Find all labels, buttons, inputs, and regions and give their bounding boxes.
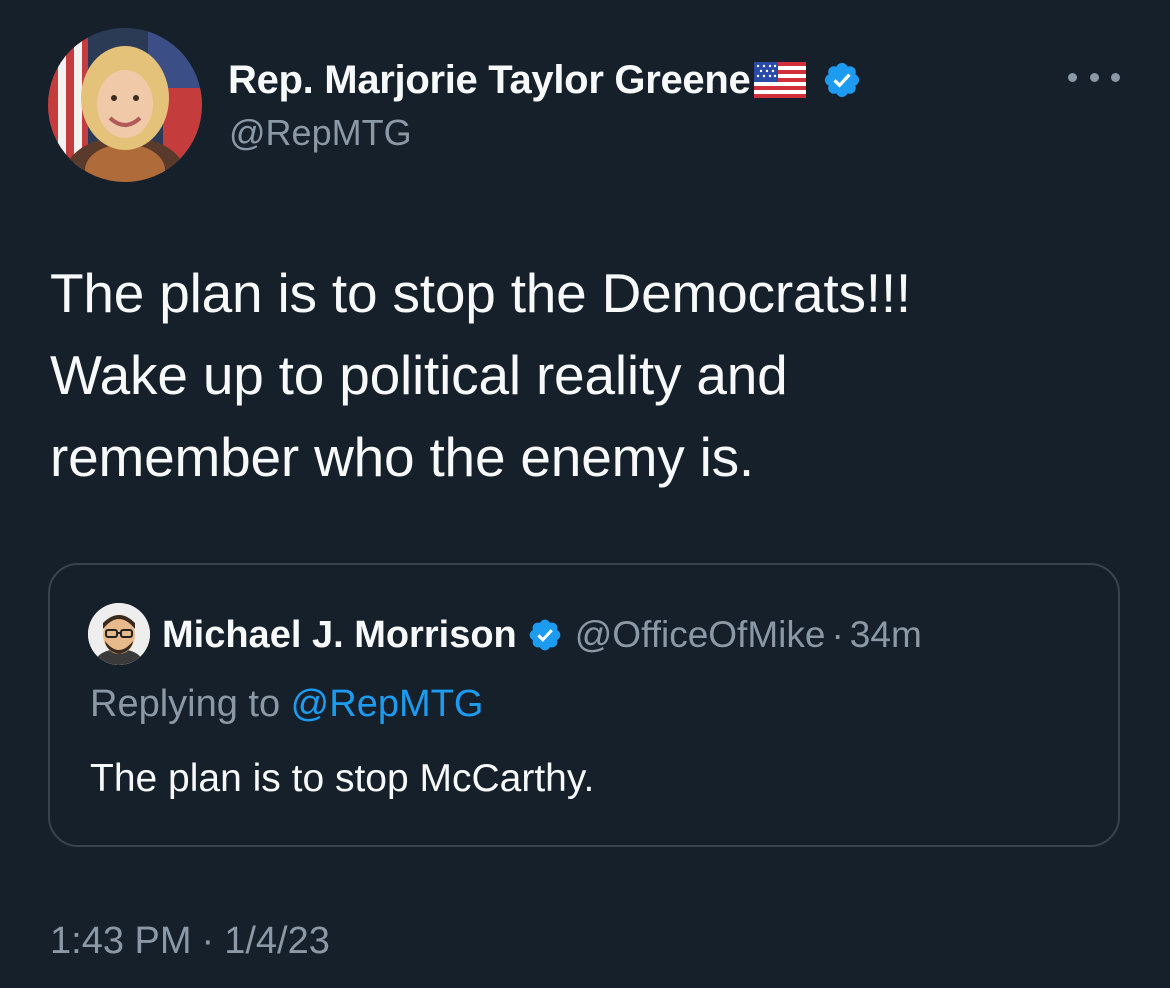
quoted-avatar-image (88, 603, 150, 665)
replying-mention-link[interactable]: @RepMTG (291, 683, 484, 725)
author-handle[interactable]: @RepMTG (229, 112, 412, 154)
dot-separator: · (201, 920, 215, 962)
author-avatar-image (48, 28, 202, 182)
author-name-row[interactable]: Rep. Marjorie Taylor Greene (228, 52, 862, 108)
replying-to-line: Replying to @RepMTG (90, 683, 483, 726)
quoted-header: Michael J. Morrison @OfficeOfMike · 34m (162, 607, 922, 663)
tweet-body: The plan is to stop the Democrats!!! Wak… (50, 252, 1130, 498)
replying-prefix: Replying to (90, 683, 291, 725)
more-options-icon[interactable] (1068, 62, 1120, 92)
more-dot (1089, 72, 1099, 82)
us-flag-icon (754, 62, 807, 98)
quoted-time[interactable]: 34m (850, 614, 922, 656)
quoted-author-avatar[interactable] (88, 603, 150, 665)
verified-badge-icon (527, 617, 563, 653)
author-name[interactable]: Rep. Marjorie Taylor Greene (228, 58, 751, 103)
tweet-line: remember who the enemy is. (50, 426, 754, 488)
tweet-detail: Rep. Marjorie Taylor Greene @RepMTG The … (0, 0, 1170, 988)
dot-separator: · (831, 614, 844, 655)
timestamp-date: 1/4/23 (224, 920, 330, 962)
more-dot (1111, 72, 1120, 82)
quoted-author-handle[interactable]: @OfficeOfMike (575, 614, 826, 656)
quoted-tweet-text: The plan is to stop McCarthy. (90, 757, 595, 800)
author-avatar[interactable] (48, 28, 202, 182)
tweet-line: The plan is to stop the Democrats!!! (50, 262, 911, 324)
verified-badge-icon (822, 60, 862, 100)
quoted-tweet-card[interactable]: Michael J. Morrison @OfficeOfMike · 34m … (48, 563, 1120, 847)
tweet-line: Wake up to political reality and (50, 344, 788, 406)
tweet-timestamp[interactable]: 1:43 PM · 1/4/23 (50, 920, 330, 963)
timestamp-time: 1:43 PM (50, 920, 192, 962)
quoted-author-name[interactable]: Michael J. Morrison (162, 614, 517, 657)
more-dot (1068, 72, 1077, 82)
